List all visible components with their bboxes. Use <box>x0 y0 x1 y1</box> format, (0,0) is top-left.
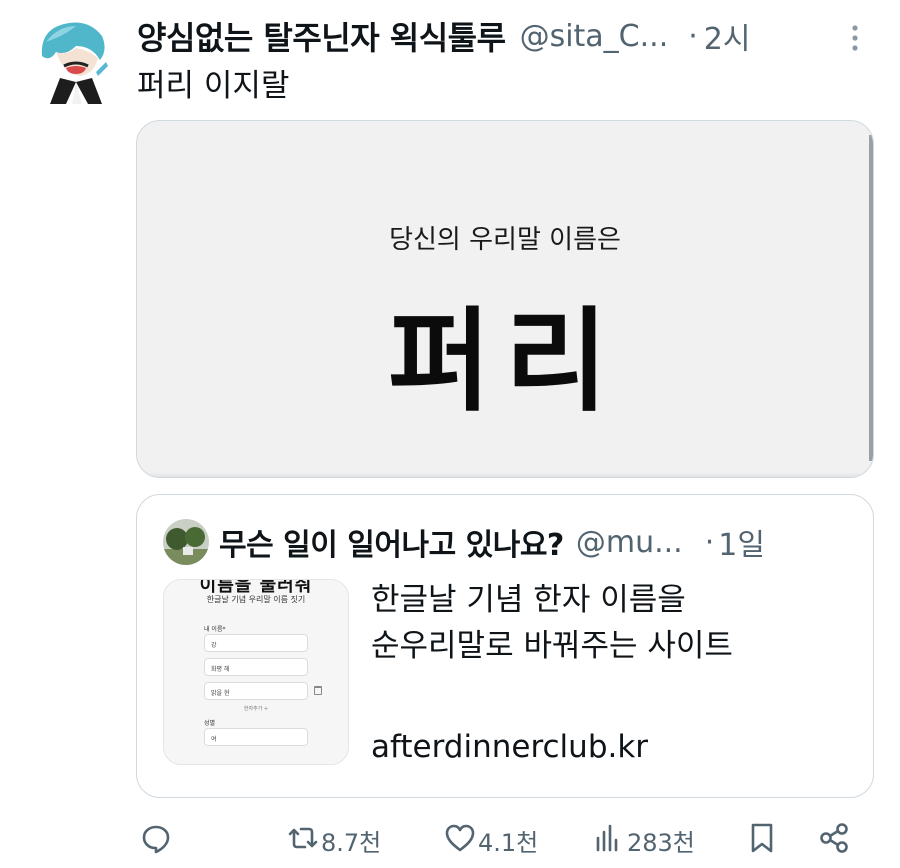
author-avatar[interactable] <box>36 16 112 108</box>
share-button[interactable] <box>818 822 850 858</box>
trash-icon <box>314 686 322 695</box>
views-icon <box>593 822 625 858</box>
thumb-field: 밝을 현 <box>204 682 308 700</box>
tweet-text: 퍼리 이지랄 <box>137 68 290 104</box>
quote-text: 한글날 기념 한자 이름을 순우리말로 바꿔주는 사이트 <box>371 577 851 669</box>
bookmark-icon <box>746 822 778 858</box>
thumb-label-gender: 성별 <box>204 720 216 727</box>
like-button[interactable]: 4.1천 <box>444 822 538 858</box>
media-shadow <box>137 472 873 477</box>
media-edge <box>869 135 873 461</box>
tweet-header: 양심없는 탈주닌자 왹식툴루 @sita_C... · 2시 <box>137 14 867 58</box>
reply-icon <box>140 822 172 858</box>
quote-text-line: 한글날 기념 한자 이름을 <box>371 582 686 618</box>
quote-timestamp[interactable]: 1일 <box>718 520 765 564</box>
like-icon <box>444 822 476 858</box>
quote-thumbnail[interactable]: 이름을 불러줘 한글날 기념 우리말 이름 짓기 내 이름* 강 화평 해 밝을… <box>163 579 349 765</box>
thumb-field: 강 <box>204 634 308 652</box>
views-count: 283천 <box>627 828 695 857</box>
bookmark-button[interactable] <box>746 822 778 858</box>
quote-avatar[interactable] <box>163 519 209 565</box>
media-subtitle: 당신의 우리말 이름은 <box>389 225 621 255</box>
reply-button[interactable] <box>140 822 172 858</box>
thumb-label-name: 내 이름* <box>204 626 226 633</box>
author-handle[interactable]: @sita_C... <box>520 19 669 54</box>
action-bar: 8.7천 4.1천 283천 <box>0 812 900 868</box>
quote-card[interactable]: 무슨 일이 일어나고 있나요? @mu... · 1일 이름을 불러줘 한글날 … <box>136 494 874 798</box>
quote-author-handle[interactable]: @mu... <box>576 525 683 560</box>
thumb-field: 여 <box>204 728 308 746</box>
share-icon <box>818 822 850 858</box>
media-name: 퍼리 <box>387 297 623 427</box>
retweet-button[interactable]: 8.7천 <box>287 822 381 858</box>
thumb-subtitle: 한글날 기념 우리말 이름 짓기 <box>206 595 306 604</box>
media-card[interactable]: 당신의 우리말 이름은 퍼리 <box>136 120 874 478</box>
like-count: 4.1천 <box>478 828 539 857</box>
quote-header: 무슨 일이 일어나고 있나요? @mu... · 1일 <box>219 519 859 565</box>
thumb-field: 화평 해 <box>204 658 308 676</box>
quote-author-name[interactable]: 무슨 일이 일어나고 있나요? <box>219 520 564 564</box>
author-name[interactable]: 양심없는 탈주닌자 왹식툴루 <box>137 13 506 59</box>
more-icon[interactable] <box>844 22 866 54</box>
tweet-timestamp[interactable]: 2시 <box>704 14 751 58</box>
views-button[interactable]: 283천 <box>593 822 695 858</box>
thumb-add-label: 한자추가 + <box>243 706 269 712</box>
separator-dot: · <box>688 18 698 54</box>
retweet-icon <box>287 822 319 858</box>
separator-dot: · <box>704 524 715 560</box>
quote-url[interactable]: afterdinnerclub.kr <box>371 729 648 765</box>
retweet-count: 8.7천 <box>321 828 382 857</box>
quote-text-line: 순우리말로 바꿔주는 사이트 <box>371 628 733 664</box>
